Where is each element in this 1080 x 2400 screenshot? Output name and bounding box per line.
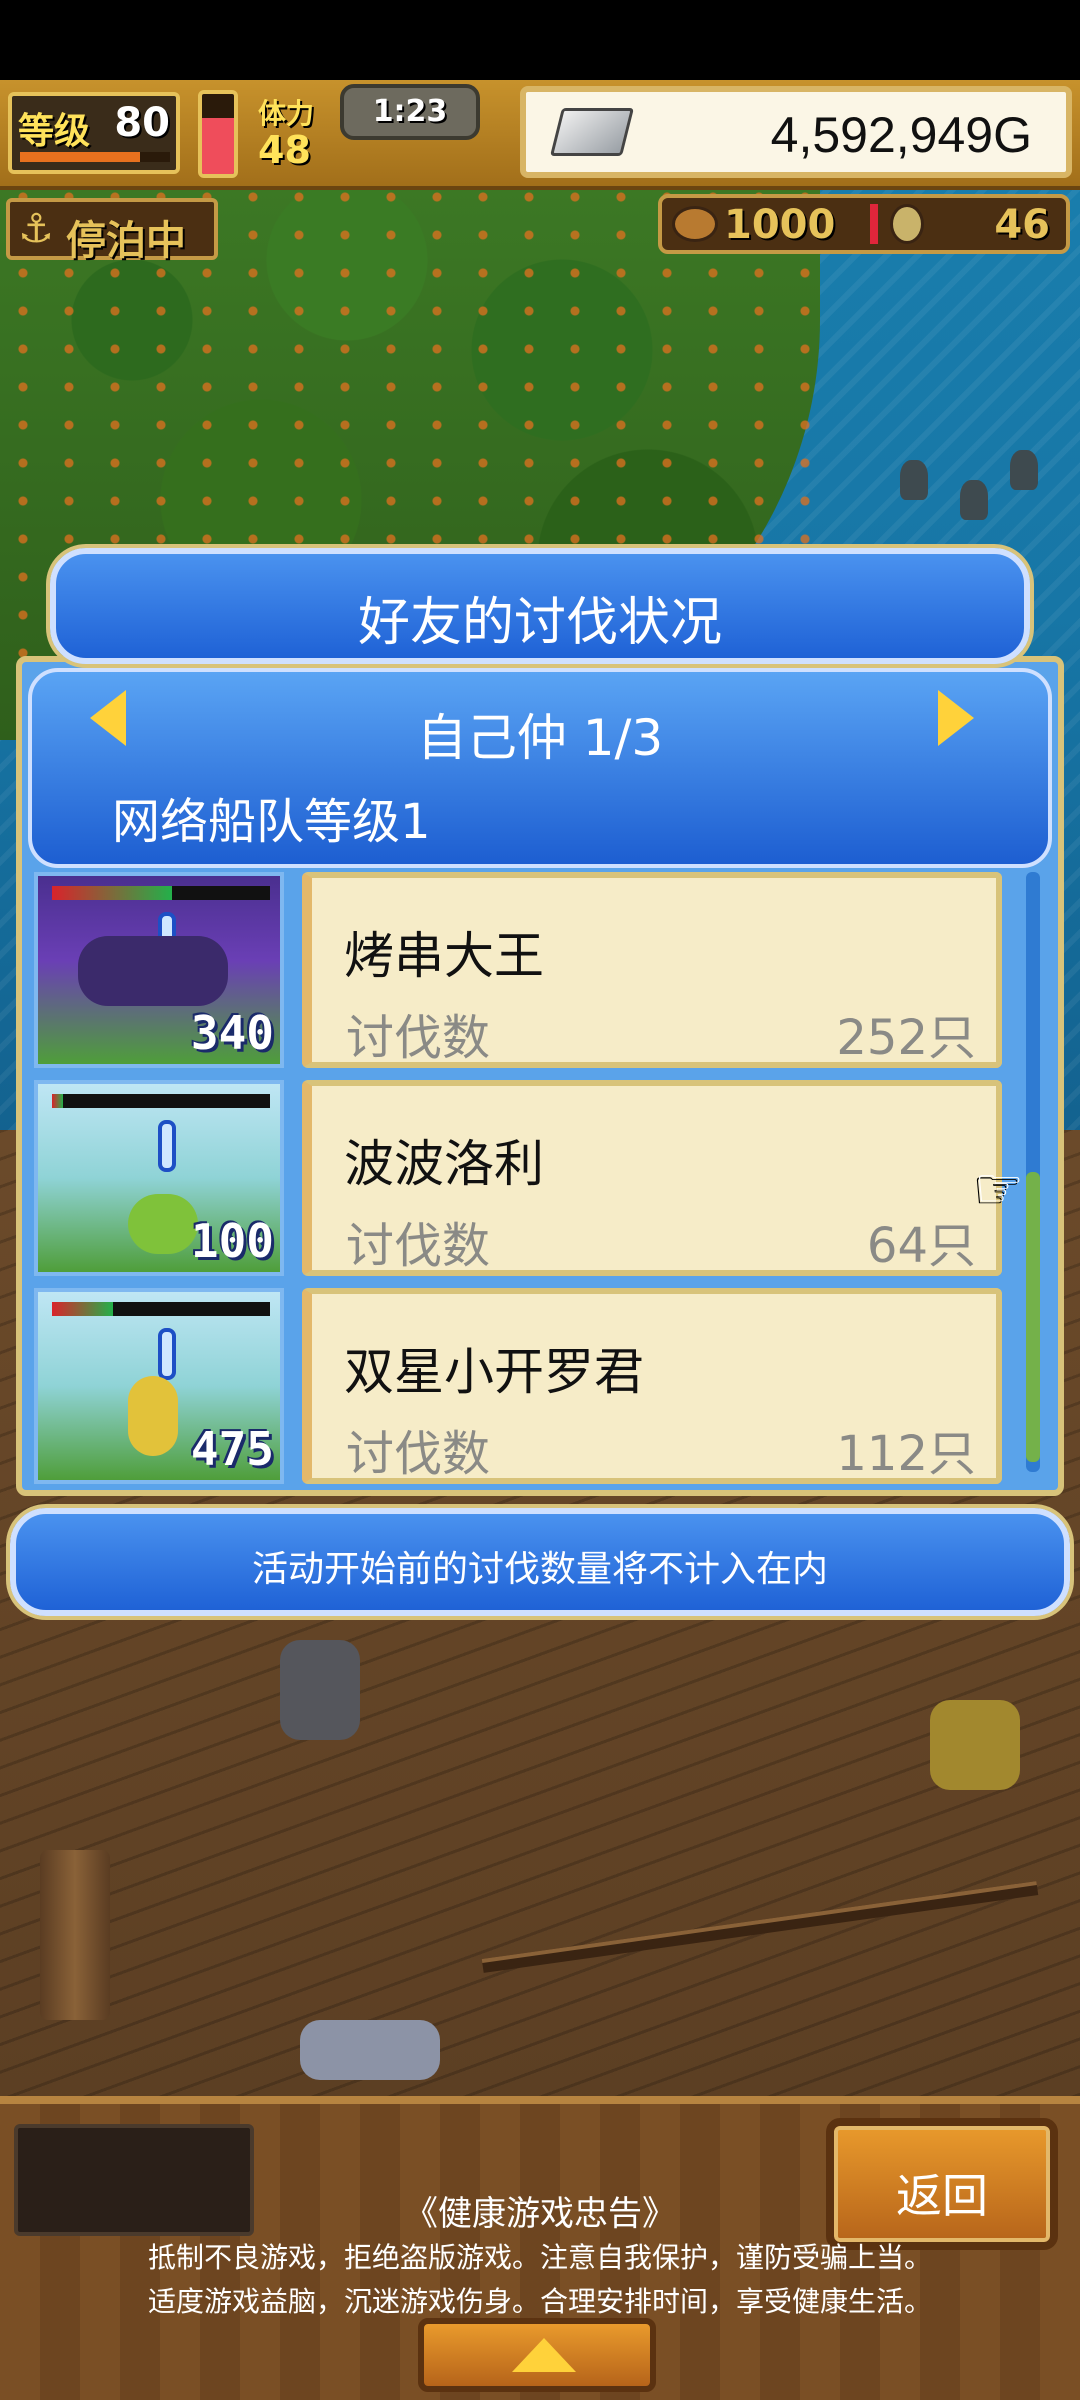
chevron-up-icon (512, 2338, 576, 2372)
monster-name: 双星小开罗君 (344, 1343, 644, 1401)
medal-value: 46 (994, 202, 1050, 248)
dialog-title: 好友的讨伐状况 (357, 593, 722, 653)
stamina-vial (198, 90, 238, 178)
docked-label: 停泊中 (66, 218, 186, 264)
footer-note-bar: 活动开始前的讨伐数量将不计入在内 (10, 1508, 1070, 1616)
deck-post (40, 1850, 110, 2020)
level-progress-fill (20, 152, 140, 162)
hp-fill (52, 1094, 63, 1108)
list-item[interactable]: 340 烤串大王 讨伐数 252只 (30, 872, 1020, 1072)
expand-button[interactable] (418, 2318, 656, 2392)
monster-name: 烤串大王 (344, 927, 544, 985)
dialog-title-bar: 好友的讨伐状况 (50, 548, 1030, 664)
monster-hp-number: 475 (190, 1422, 274, 1476)
docked-status[interactable]: ⚓ 停泊中 (6, 198, 218, 264)
exclamation-icon (158, 1328, 176, 1380)
hp-bar (52, 1302, 270, 1316)
kills-value: 112只 (836, 1426, 976, 1482)
monster-thumbnail: 475 (34, 1288, 284, 1484)
monster-sprite (128, 1376, 178, 1456)
level-badge: 等级 80 (8, 92, 180, 174)
hp-fill (52, 1302, 114, 1316)
footer-note: 活动开始前的讨伐数量将不计入在内 (251, 1549, 828, 1590)
stamina-label: 体力 (258, 97, 315, 130)
scrollbar-thumb[interactable] (1026, 1172, 1040, 1462)
entry-card[interactable]: 烤串大王 讨伐数 252只 (302, 872, 1002, 1068)
sea-rock (1010, 450, 1038, 490)
stamina-timer: 1:23 (340, 84, 480, 140)
entry-card[interactable]: 波波洛利 讨伐数 64只 (302, 1080, 1002, 1276)
monster-name: 波波洛利 (344, 1135, 544, 1193)
exclamation-icon (158, 1120, 176, 1172)
level-label: 等级 (18, 111, 91, 152)
kills-value: 64只 (866, 1218, 976, 1274)
medal-icon (890, 204, 924, 244)
kills-label: 讨伐数 (346, 1010, 491, 1066)
monster-sprite (78, 936, 228, 1006)
stamina-fill (202, 118, 234, 174)
list-item[interactable]: 475 双星小开罗君 讨伐数 112只 (30, 1288, 1020, 1488)
crew-sprite[interactable] (300, 2020, 440, 2080)
silver-bar-icon (550, 108, 634, 156)
entry-card[interactable]: 双星小开罗君 讨伐数 112只 (302, 1288, 1002, 1484)
fleet-level: 网络船队等级1 (112, 794, 431, 850)
list-item[interactable]: 100 波波洛利 讨伐数 64只 (30, 1080, 1020, 1280)
kills-label: 讨伐数 (346, 1218, 491, 1274)
stamina-value: 48 (258, 128, 311, 172)
list-scrollbar[interactable] (1026, 872, 1040, 1472)
page-label: 自己仲 1/3 (416, 709, 664, 767)
food-value: 1000 (724, 202, 836, 248)
gold-value: 4,592,949G (770, 107, 1032, 163)
gold-display: 4,592,949G (520, 86, 1072, 178)
monster-thumbnail: 100 (34, 1080, 284, 1276)
health-advice-line-2: 适度游戏益脑，沉迷游戏伤身。合理安排时间，享受健康生活。 (147, 2285, 932, 2318)
food-icon (672, 206, 718, 242)
level-value: 80 (114, 100, 170, 146)
monster-hp-number: 100 (190, 1214, 274, 1268)
monster-thumbnail: 340 (34, 872, 284, 1068)
kills-label: 讨伐数 (346, 1426, 491, 1482)
health-advice-title: 《健康游戏忠告》 (404, 2194, 676, 2234)
hp-fill (52, 886, 172, 900)
crew-sprite[interactable] (280, 1640, 360, 1740)
monster-sprite (128, 1194, 198, 1254)
sea-rock (960, 480, 988, 520)
level-progress-bar (20, 152, 170, 162)
hand-cursor-icon: ☜ (974, 1156, 1025, 1221)
hp-bar (52, 886, 270, 900)
resource-divider (870, 204, 878, 244)
anchor-icon: ⚓ (18, 206, 54, 252)
health-advice-line-1: 抵制不良游戏，拒绝盗版游戏。注意自我保护，谨防受骗上当。 (147, 2241, 932, 2274)
status-bar (0, 0, 1080, 80)
crew-sprite[interactable] (930, 1700, 1020, 1790)
kills-value: 252只 (836, 1010, 976, 1066)
hp-bar (52, 1094, 270, 1108)
monster-hp-number: 340 (190, 1006, 274, 1060)
resource-display: 1000 46 (658, 194, 1070, 254)
sea-rock (900, 460, 928, 500)
